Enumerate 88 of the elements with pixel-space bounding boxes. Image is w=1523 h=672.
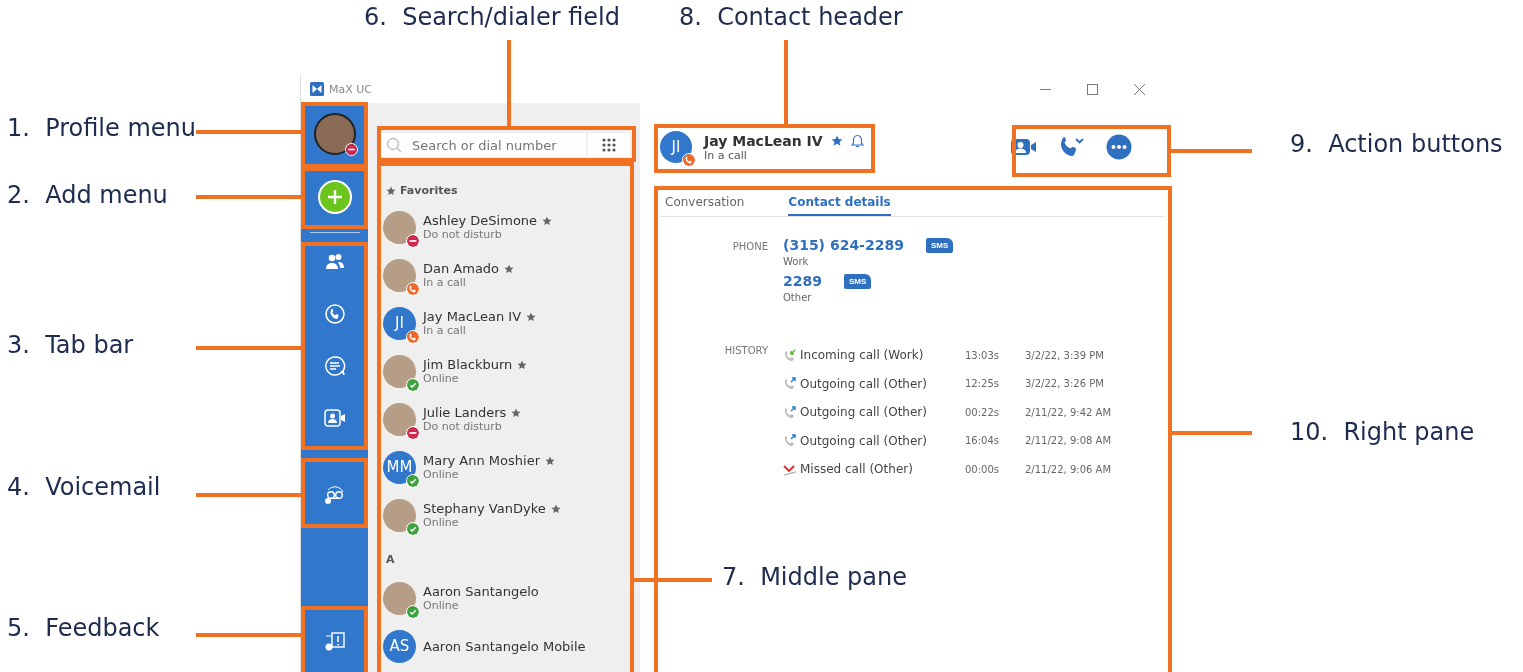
callout-label: 6. Search/dialer field <box>364 3 621 31</box>
callout-frame <box>301 606 368 672</box>
outgoing-call-icon <box>783 377 796 391</box>
phone-type: Other <box>783 292 813 303</box>
callout-label: 7. Middle pane <box>722 563 907 591</box>
contact-name[interactable]: Jay MacLean IV <box>423 309 522 324</box>
callout-frame <box>301 167 368 229</box>
call-time: 2/11/22, 9:42 AM <box>1025 406 1112 418</box>
callout-label: 10. Right pane <box>1290 418 1475 446</box>
search-icon <box>386 137 402 153</box>
avatar-initials: AS <box>389 637 410 655</box>
detail-tab[interactable]: Conversation <box>665 191 745 216</box>
video-contact-icon[interactable] <box>323 407 346 429</box>
add-button[interactable] <box>317 180 352 214</box>
contact-status: Online <box>423 599 460 612</box>
dialpad-button[interactable] <box>588 133 630 157</box>
callout-label: 9. Action buttons <box>1290 130 1503 158</box>
call-description[interactable]: Missed call (Other) <box>800 462 913 477</box>
call-time: 3/2/22, 3:39 PM <box>1025 349 1105 361</box>
callout-label: 4. Voicemail <box>7 473 161 501</box>
contact-name[interactable]: Mary Ann Moshier <box>423 453 540 468</box>
feedback-icon[interactable] <box>323 630 346 652</box>
contact-name: Jay MacLean IV <box>704 132 823 149</box>
avatar-initials: MM <box>386 458 413 476</box>
callout-label: 2. Add menu <box>7 181 168 209</box>
phone-dropdown-icon[interactable] <box>1059 135 1085 159</box>
contact-name[interactable]: Ashley DeSimone <box>423 213 538 228</box>
star-icon <box>386 185 396 196</box>
contact-status: In a call <box>423 324 467 337</box>
sms-button[interactable]: SMS <box>843 273 872 289</box>
bell-icon[interactable] <box>850 133 864 148</box>
outgoing-call-icon <box>783 405 796 419</box>
search-field[interactable]: Search or dial number <box>380 133 586 157</box>
call-duration: 12:25s <box>965 378 1001 390</box>
history-label: HISTORY <box>723 344 768 358</box>
phone-type: Work <box>783 256 810 267</box>
callout-frame <box>301 458 368 528</box>
section-header: Favorites <box>400 184 458 197</box>
contact-status: In a call <box>704 148 748 162</box>
call-time: 2/11/22, 9:06 AM <box>1025 463 1112 475</box>
phone-number-link[interactable]: 2289 <box>783 273 822 289</box>
contact-name[interactable]: Julie Landers <box>423 405 507 420</box>
call-duration: 00:00s <box>965 463 1001 475</box>
callout-label: 3. Tab bar <box>7 331 134 359</box>
contact-name[interactable]: Aaron Santangelo Mobile <box>423 638 586 654</box>
callout-label: 5. Feedback <box>7 614 160 642</box>
profile-avatar[interactable] <box>313 113 356 155</box>
sms-button[interactable]: SMS <box>925 237 954 253</box>
window-title: MaX UC <box>329 82 372 96</box>
contact-name[interactable]: Stephany VanDyke <box>423 501 546 516</box>
missed-call-icon <box>783 462 796 476</box>
contact-name[interactable]: Aaron Santangelo <box>423 584 539 599</box>
callout-frame <box>301 102 368 168</box>
dialpad-icon <box>602 138 616 152</box>
voicemail-icon[interactable] <box>323 484 346 506</box>
call-duration: 16:04s <box>965 435 1001 447</box>
call-duration: 13:03s <box>965 349 1001 361</box>
chat-icon[interactable] <box>323 355 346 377</box>
plus-icon <box>326 189 343 205</box>
callout-label: 8. Contact header <box>679 3 903 31</box>
callout-label: 1. Profile menu <box>7 114 196 142</box>
contact-status: Do not disturb <box>423 228 503 241</box>
contact-status: Online <box>423 516 460 529</box>
call-time: 2/11/22, 9:08 AM <box>1025 435 1112 447</box>
phone-icon[interactable] <box>323 303 346 325</box>
contact-status: Online <box>423 468 460 481</box>
contact-status: Online <box>423 372 460 385</box>
avatar-initials: JI <box>395 314 404 332</box>
section-header: A <box>386 553 395 566</box>
call-description[interactable]: Outgoing call (Other) <box>800 376 927 391</box>
contact-status: In a call <box>423 276 467 289</box>
call-duration: 00:22s <box>965 406 1001 418</box>
app-logo-icon <box>310 82 324 96</box>
contact-name[interactable]: Dan Amado <box>423 261 500 276</box>
contact-status: Do not disturb <box>423 420 503 433</box>
detail-tab[interactable]: Contact details <box>788 191 891 216</box>
contact-name[interactable]: Jim Blackburn <box>423 357 513 372</box>
call-description[interactable]: Incoming call (Work) <box>800 348 924 363</box>
outgoing-call-icon <box>783 434 796 448</box>
star-icon[interactable] <box>830 134 843 147</box>
avatar-initials: JI <box>671 138 681 156</box>
call-description[interactable]: Outgoing call (Other) <box>800 405 927 420</box>
more-options-icon[interactable] <box>1106 134 1132 160</box>
call-description[interactable]: Outgoing call (Other) <box>800 433 927 448</box>
phone-label: PHONE <box>731 240 768 254</box>
call-time: 3/2/22, 3:26 PM <box>1025 378 1105 390</box>
phone-number-link[interactable]: (315) 624-2289 <box>783 237 904 253</box>
incoming-call-icon <box>783 348 796 362</box>
